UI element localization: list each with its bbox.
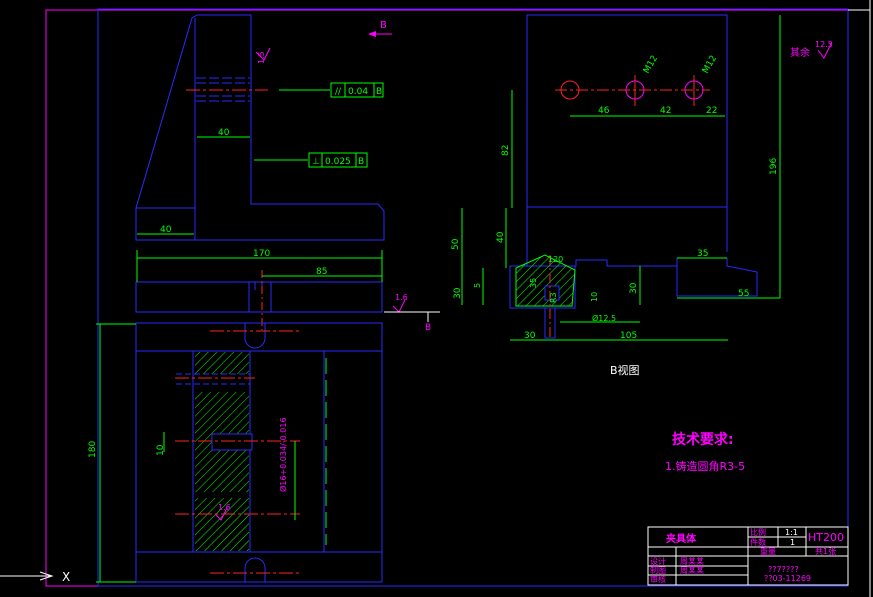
ucs-x-label: X <box>62 570 70 584</box>
row-review: 审核 <box>650 574 666 584</box>
dim-35: 35 <box>697 249 708 259</box>
tolerance-datum: B <box>376 87 382 97</box>
dim-r20: 120 <box>548 255 563 264</box>
dim-196: 196 <box>769 158 779 175</box>
designer: 周某某 <box>680 557 704 566</box>
dim-30-right: 30 <box>629 282 639 294</box>
dim-180: 180 <box>88 441 98 458</box>
row-drawing: 制图 <box>650 565 666 575</box>
section-label-b: B <box>425 323 431 333</box>
cad-drawing-canvas[interactable]: // 0.04 B ⊥ 0.025 B 1.5 B 40 40 170 85 1… <box>0 0 873 597</box>
tolerance-datum: B <box>358 157 364 167</box>
tech-requirement-item: 1.铸造圆角R3-5 <box>665 459 745 473</box>
drawing-code-1: ??7???? <box>768 565 799 574</box>
dim-22: 22 <box>706 106 717 116</box>
dim-35-small: 35 <box>529 278 538 288</box>
weight-label: 重量 <box>760 546 776 556</box>
qty-label: 件数 <box>750 537 766 547</box>
remaining-roughness-value: 12.5 <box>815 40 833 49</box>
sheets: 共1张 <box>815 547 836 556</box>
surface-finish-value: 1.6 <box>395 293 408 302</box>
qty-value: 1 <box>790 538 795 547</box>
bore <box>211 433 253 451</box>
scale-value: 1:1 <box>785 528 798 537</box>
dim-85: 85 <box>316 267 327 277</box>
dim-40-upper: 40 <box>218 128 230 138</box>
hatch-region <box>195 352 249 374</box>
rear-view-label: B视图 <box>610 363 640 377</box>
view-label-b: B <box>380 20 387 31</box>
dim-105: 105 <box>620 331 637 341</box>
dim-42: 42 <box>660 106 671 116</box>
dim-40: 40 <box>496 231 506 243</box>
dim-30-bottom: 30 <box>524 331 536 341</box>
surface-finish-value: 1.5 <box>257 51 266 64</box>
tolerance-value: 0.04 <box>348 87 368 97</box>
dim-10b: 10 <box>590 292 599 302</box>
drawer: 周某某 <box>680 566 704 575</box>
dim-55: 55 <box>738 289 749 299</box>
row-design: 设计 <box>650 556 666 566</box>
dim-30-left: 30 <box>453 287 463 299</box>
dim-10: 10 <box>156 444 166 456</box>
dim-5: 5 <box>473 283 482 288</box>
dim-46: 46 <box>598 106 610 116</box>
tolerance-symbol: // <box>335 87 342 97</box>
part-name: 夹具体 <box>666 532 697 545</box>
dim-170: 170 <box>253 249 270 259</box>
tolerance-symbol: ⊥ <box>312 157 320 167</box>
material: HT200 <box>808 531 844 544</box>
dim-r3: R3 <box>549 292 558 303</box>
tech-requirements-title: 技术要求: <box>672 431 734 448</box>
dim-82: 82 <box>501 145 511 156</box>
surface-finish-value: 1.6 <box>218 503 231 512</box>
drawing-code-2: ??03-11269 <box>764 574 811 583</box>
dim-50: 50 <box>451 238 461 250</box>
remaining-roughness-label: 其余 <box>790 46 810 59</box>
dim-40-lower: 40 <box>160 225 172 235</box>
tolerance-value: 0.025 <box>325 157 351 167</box>
dim-fit: Ø16+0.034/-0.016 <box>278 417 288 492</box>
scale-label: 比例 <box>750 527 766 537</box>
dim-phi12: Ø12.5 <box>592 313 616 323</box>
